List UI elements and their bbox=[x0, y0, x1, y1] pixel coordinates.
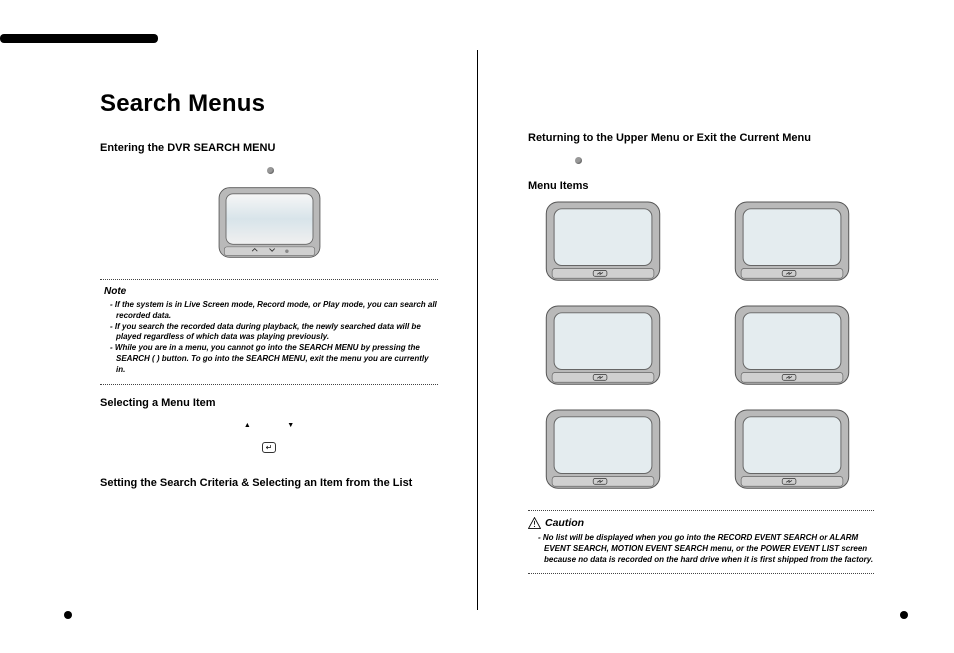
right-column: Returning to the Upper Menu or Exit the … bbox=[498, 60, 954, 620]
page-title: Search Menus bbox=[100, 90, 438, 118]
heading-selecting: Selecting a Menu Item bbox=[100, 397, 438, 409]
arrow-down-icon: ▼ bbox=[271, 422, 310, 429]
crt-monitor-icon bbox=[217, 186, 322, 266]
caution-row: Caution bbox=[528, 517, 874, 529]
heading-entering: Entering the DVR SEARCH MENU bbox=[100, 142, 438, 154]
note-item: While you are in a menu, you cannot go i… bbox=[116, 343, 438, 375]
crt-monitor-icon bbox=[733, 200, 851, 290]
page-accent-bar bbox=[0, 34, 158, 43]
heading-menu-items: Menu Items bbox=[528, 180, 874, 192]
crt-monitor-icon bbox=[544, 200, 662, 290]
arrow-up-icon: ▲ bbox=[228, 422, 267, 429]
page-dot-right bbox=[900, 611, 908, 619]
note-item: If the system is in Live Screen mode, Re… bbox=[116, 300, 438, 322]
crt-monitor-icon bbox=[544, 408, 662, 498]
note-label: Note bbox=[104, 286, 438, 297]
heading-criteria: Setting the Search Criteria & Selecting … bbox=[100, 477, 438, 489]
tv-illustration-single bbox=[100, 186, 438, 271]
note-list: If the system is in Live Screen mode, Re… bbox=[116, 300, 438, 376]
caution-item: No list will be displayed when you go in… bbox=[544, 533, 874, 565]
left-column: Search Menus Entering the DVR SEARCH MEN… bbox=[0, 60, 498, 620]
caution-label: Caution bbox=[545, 517, 584, 529]
crt-monitor-icon bbox=[733, 408, 851, 498]
dotted-separator bbox=[100, 279, 438, 280]
heading-returning: Returning to the Upper Menu or Exit the … bbox=[528, 132, 874, 144]
note-item: If you search the recorded data during p… bbox=[116, 322, 438, 344]
page-dot-left bbox=[64, 611, 72, 619]
dot-icon bbox=[575, 157, 582, 164]
page-columns: Search Menus Entering the DVR SEARCH MEN… bbox=[0, 60, 954, 620]
enter-key-icon: ↵ bbox=[262, 442, 276, 453]
crt-monitor-icon bbox=[733, 304, 851, 394]
dotted-separator bbox=[528, 510, 874, 511]
dot-icon bbox=[267, 167, 274, 174]
crt-monitor-icon bbox=[544, 304, 662, 394]
warning-triangle-icon bbox=[528, 517, 541, 529]
dotted-separator bbox=[528, 573, 874, 574]
menu-items-grid bbox=[544, 200, 874, 498]
caution-list: No list will be displayed when you go in… bbox=[544, 533, 874, 565]
dotted-separator bbox=[100, 384, 438, 385]
